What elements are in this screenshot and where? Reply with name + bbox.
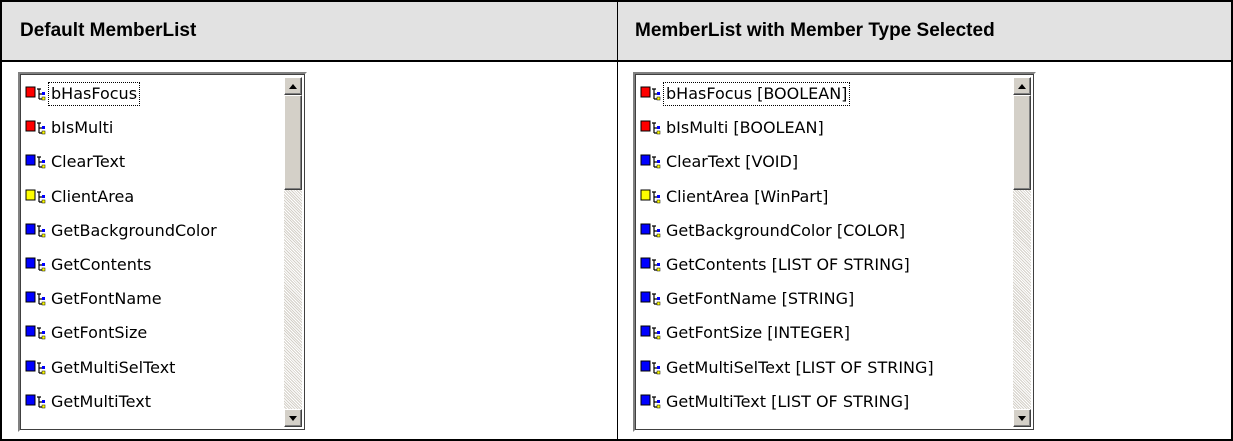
method-icon	[25, 223, 46, 238]
arrow-down-icon	[1018, 415, 1026, 421]
column-divider	[617, 2, 618, 441]
list-item[interactable]: bIsMulti	[23, 111, 285, 145]
property-icon	[25, 86, 46, 101]
list-item-label: GetContents	[51, 255, 152, 275]
scroll-thumb[interactable]	[1013, 95, 1031, 190]
list-item-label: GetFontName	[51, 289, 162, 309]
method-icon	[640, 394, 661, 409]
scroll-down-button[interactable]	[284, 409, 302, 427]
arrow-down-icon	[289, 415, 297, 421]
property-icon	[25, 120, 46, 135]
list-item-label: GetBackgroundColor [COLOR]	[666, 220, 906, 240]
list-item[interactable]: GetMultiText [LIST OF STRING]	[638, 385, 1014, 419]
list-item[interactable]: GetContents [LIST OF STRING]	[638, 248, 1014, 282]
list-item[interactable]: ClientArea [WinPart]	[638, 180, 1014, 214]
list-item[interactable]: GetMultiText	[23, 385, 285, 419]
list-item-label: bHasFocus [BOOLEAN]	[662, 82, 851, 107]
scroll-up-button[interactable]	[1013, 77, 1031, 95]
header-memberlist-with-type: MemberList with Member Type Selected	[635, 20, 995, 41]
method-icon	[640, 223, 661, 238]
comparison-table: Default MemberList MemberList with Membe…	[0, 0, 1233, 441]
header-default-memberlist: Default MemberList	[20, 20, 197, 41]
list-item[interactable]: GetBackgroundColor	[23, 214, 285, 248]
list-item-label: GetMultiText [LIST OF STRING]	[666, 391, 910, 411]
list-item[interactable]: GetFontName	[23, 282, 285, 316]
method-icon	[25, 325, 46, 340]
list-item[interactable]: ClearText	[23, 145, 285, 179]
list-item[interactable]: ClientArea	[23, 180, 285, 214]
list-item[interactable]: ClearText [VOID]	[638, 145, 1014, 179]
property-icon	[640, 120, 661, 135]
list-item[interactable]: bIsMulti [BOOLEAN]	[638, 111, 1014, 145]
list-item-label: ClearText	[51, 152, 126, 172]
list-item-label: bIsMulti	[51, 118, 114, 138]
list-item[interactable]: GetContents	[23, 248, 285, 282]
object-icon	[640, 189, 661, 203]
method-icon	[25, 154, 46, 169]
list-items: bHasFocus [BOOLEAN] bIsMulti [BOOLEAN] Cle…	[638, 77, 1014, 427]
property-icon	[640, 86, 661, 101]
object-icon	[25, 189, 46, 203]
method-icon	[25, 360, 46, 374]
list-item[interactable]: GetMultiSelText [LIST OF STRING]	[638, 351, 1014, 385]
list-item-label: GetFontName [STRING]	[666, 289, 855, 309]
list-item[interactable]: GetBackgroundColor [COLOR]	[638, 214, 1014, 248]
method-icon	[640, 257, 661, 272]
vertical-scrollbar[interactable]	[284, 77, 302, 427]
method-icon	[640, 325, 661, 340]
vertical-scrollbar[interactable]	[1013, 77, 1031, 427]
arrow-up-icon	[289, 83, 297, 89]
method-icon	[640, 360, 661, 374]
list-item-label: GetContents [LIST OF STRING]	[666, 255, 910, 275]
list-item-label: GetMultiText	[51, 391, 151, 411]
list-item[interactable]: bHasFocus [BOOLEAN]	[638, 77, 1014, 111]
list-item[interactable]: bHasFocus	[23, 77, 285, 111]
scroll-thumb[interactable]	[284, 95, 302, 190]
list-item-label: GetFontSize	[51, 323, 148, 343]
scroll-down-button[interactable]	[1013, 409, 1031, 427]
list-item-label: GetMultiSelText [LIST OF STRING]	[666, 357, 934, 377]
list-item-label: bIsMulti [BOOLEAN]	[666, 118, 824, 138]
method-icon	[25, 257, 46, 272]
list-item[interactable]: GetMultiSelText	[23, 351, 285, 385]
list-item-label: GetBackgroundColor	[51, 220, 217, 240]
method-icon	[25, 394, 46, 409]
typed-memberlist-listbox[interactable]: bHasFocus [BOOLEAN] bIsMulti [BOOLEAN] Cle…	[633, 72, 1036, 432]
method-icon	[640, 154, 661, 169]
list-item-label: bHasFocus	[47, 82, 141, 107]
list-item-label: GetFontSize [INTEGER]	[666, 323, 850, 343]
list-item[interactable]: GetFontSize	[23, 316, 285, 350]
list-item-label: ClientArea	[51, 186, 135, 206]
list-item-label: ClientArea [WinPart]	[666, 186, 829, 206]
scroll-up-button[interactable]	[284, 77, 302, 95]
default-memberlist-listbox[interactable]: bHasFocus bIsMulti ClearText ClientArea GetB…	[18, 72, 307, 432]
method-icon	[25, 291, 46, 306]
method-icon	[640, 291, 661, 306]
list-item[interactable]: GetFontSize [INTEGER]	[638, 316, 1014, 350]
list-item-label: GetMultiSelText	[51, 357, 176, 377]
arrow-up-icon	[1018, 83, 1026, 89]
list-items: bHasFocus bIsMulti ClearText ClientArea GetB…	[23, 77, 285, 427]
list-item-label: ClearText [VOID]	[666, 152, 799, 172]
list-item[interactable]: GetFontName [STRING]	[638, 282, 1014, 316]
